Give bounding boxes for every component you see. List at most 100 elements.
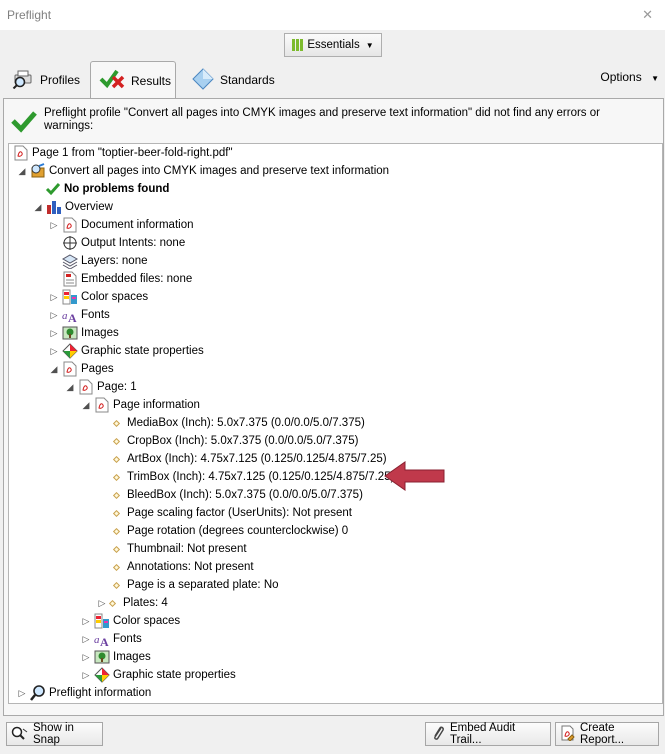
tree-item-fonts[interactable]: ▷ aA Fonts xyxy=(49,306,110,324)
bullet-diamond-icon xyxy=(112,473,121,481)
collapse-arrow-icon[interactable]: ◢ xyxy=(81,400,91,411)
tree-item-output-intents[interactable]: Output Intents: none xyxy=(62,234,185,252)
tree-item-bleedbox[interactable]: BleedBox (Inch): 5.0x7.375 (0.0/0.0/5.0/… xyxy=(110,486,363,504)
expand-arrow-icon[interactable]: ▷ xyxy=(49,220,59,231)
magnifier-icon xyxy=(11,726,29,743)
expand-arrow-icon[interactable]: ▷ xyxy=(49,310,59,321)
profile-icon xyxy=(30,163,46,179)
summary-text: Preflight profile "Convert all pages int… xyxy=(44,107,600,132)
tree-item-no-problems[interactable]: No problems found xyxy=(45,180,169,198)
tree-item-trimbox[interactable]: TrimBox (Inch): 4.75x7.125 (0.125/0.125/… xyxy=(110,468,394,486)
collapse-arrow-icon[interactable]: ◢ xyxy=(65,382,75,393)
options-menu[interactable]: Options ▼ xyxy=(600,70,659,84)
create-report-label: Create Report... xyxy=(580,722,625,746)
paperclip-icon xyxy=(430,725,446,744)
show-in-snap-button[interactable]: Show in Snap xyxy=(6,722,103,746)
color-spaces-icon xyxy=(62,289,78,305)
tree-info-label: Page rotation (degrees counterclockwise)… xyxy=(127,525,349,537)
tree-layers-label: Layers: none xyxy=(81,255,148,267)
tree-item-page-color-spaces[interactable]: ▷ Color spaces xyxy=(81,612,180,630)
create-report-button[interactable]: Create Report... xyxy=(555,722,659,746)
bar-chart-icon xyxy=(292,39,304,51)
tree-page-images-label: Images xyxy=(113,651,151,663)
bullet-diamond-icon xyxy=(112,491,121,499)
tree-page-1-label: Page: 1 xyxy=(97,381,137,393)
tree-graphic-state-label: Graphic state properties xyxy=(81,345,204,357)
expand-arrow-icon[interactable]: ▷ xyxy=(97,598,107,609)
tree-page-color-spaces-label: Color spaces xyxy=(113,615,181,627)
collapse-arrow-icon[interactable]: ◢ xyxy=(17,166,27,177)
tab-results-label: Results xyxy=(131,73,172,88)
tab-standards[interactable]: Standards xyxy=(184,62,284,98)
diamond-icon xyxy=(192,67,214,93)
check-cross-icon xyxy=(99,68,125,93)
expand-arrow-icon[interactable]: ▷ xyxy=(81,616,91,627)
tree-item-overview[interactable]: ◢ Overview xyxy=(33,198,113,216)
tree-item-plates[interactable]: ▷ Plates: 4 xyxy=(97,594,168,612)
tree-item-artbox[interactable]: ArtBox (Inch): 4.75x7.125 (0.125/0.125/4… xyxy=(110,450,387,468)
expand-arrow-icon[interactable]: ▷ xyxy=(81,634,91,645)
tab-standards-label: Standards xyxy=(220,73,275,87)
graphic-state-icon xyxy=(62,343,78,359)
essentials-dropdown[interactable]: Essentials ▼ xyxy=(284,33,382,57)
pdf-icon xyxy=(13,145,29,161)
bullet-diamond-icon xyxy=(112,581,121,589)
tree-info-label: Annotations: Not present xyxy=(127,561,254,573)
tab-bar: Profiles Results Standards Options ▼ xyxy=(0,60,665,100)
tree-info-label: Plates: 4 xyxy=(123,597,168,609)
expand-arrow-icon[interactable]: ▷ xyxy=(49,346,59,357)
tree-item-page-graphic-state[interactable]: ▷ Graphic state properties xyxy=(81,666,236,684)
tab-profiles-label: Profiles xyxy=(40,73,81,87)
tab-profiles[interactable]: Profiles xyxy=(4,62,88,98)
tree-item-embedded-files[interactable]: Embedded files: none xyxy=(62,270,192,288)
image-icon xyxy=(94,649,110,665)
tree-item-pages[interactable]: ◢ Pages xyxy=(49,360,114,378)
tree-item-preflight-information[interactable]: ▷ Preflight information xyxy=(17,684,151,702)
tree-output-intents-label: Output Intents: none xyxy=(81,237,186,249)
bullet-diamond-icon xyxy=(112,527,121,535)
tree-item-page-rotation[interactable]: Page rotation (degrees counterclockwise)… xyxy=(110,522,348,540)
pdf-icon xyxy=(94,397,110,413)
tree-no-problems-label: No problems found xyxy=(64,183,170,195)
layers-icon xyxy=(62,253,78,269)
tree-info-label: TrimBox (Inch): 4.75x7.125 (0.125/0.125/… xyxy=(127,471,395,483)
tree-item-page-fonts[interactable]: ▷ aA Fonts xyxy=(81,630,142,648)
tree-item-graphic-state[interactable]: ▷ Graphic state properties xyxy=(49,342,204,360)
tree-item-color-spaces[interactable]: ▷ Color spaces xyxy=(49,288,148,306)
tree-item-cropbox[interactable]: CropBox (Inch): 5.0x7.375 (0.0/0.0/5.0/7… xyxy=(110,432,358,450)
tree-page-fonts-label: Fonts xyxy=(113,633,142,645)
bullet-diamond-icon xyxy=(112,455,121,463)
tab-results[interactable]: Results xyxy=(90,61,176,99)
tree-item-layers[interactable]: Layers: none xyxy=(62,252,148,270)
print-magnifier-icon xyxy=(12,69,34,92)
tree-item-annotations[interactable]: Annotations: Not present xyxy=(110,558,254,576)
collapse-arrow-icon[interactable]: ◢ xyxy=(49,364,59,375)
options-label: Options xyxy=(600,70,642,84)
tree-item-page-images[interactable]: ▷ Images xyxy=(81,648,151,666)
results-tree[interactable]: Page 1 from "toptier-beer-fold-right.pdf… xyxy=(8,143,663,704)
expand-arrow-icon[interactable]: ▷ xyxy=(49,328,59,339)
tree-item-profile[interactable]: ◢ Convert all pages into CMYK images and… xyxy=(17,162,389,180)
tree-item-images[interactable]: ▷ Images xyxy=(49,324,119,342)
expand-arrow-icon[interactable]: ▷ xyxy=(49,292,59,303)
expand-arrow-icon[interactable]: ▷ xyxy=(81,670,91,681)
bullet-diamond-icon xyxy=(108,599,117,607)
tree-page-graphic-state-label: Graphic state properties xyxy=(113,669,236,681)
tree-item-page-scaling[interactable]: Page scaling factor (UserUnits): Not pre… xyxy=(110,504,352,522)
tree-item-root[interactable]: Page 1 from "toptier-beer-fold-right.pdf… xyxy=(13,144,233,162)
close-icon[interactable]: ✕ xyxy=(642,7,653,23)
expand-arrow-icon[interactable]: ▷ xyxy=(17,688,27,699)
pdf-icon xyxy=(62,361,78,377)
tree-item-mediabox[interactable]: MediaBox (Inch): 5.0x7.375 (0.0/0.0/5.0/… xyxy=(110,414,365,432)
pdf-icon xyxy=(78,379,94,395)
tree-item-separated-plate[interactable]: Page is a separated plate: No xyxy=(110,576,279,594)
tree-info-label: BleedBox (Inch): 5.0x7.375 (0.0/0.0/5.0/… xyxy=(127,489,363,501)
collapse-arrow-icon[interactable]: ◢ xyxy=(33,202,43,213)
tree-item-document-information[interactable]: ▷ Document information xyxy=(49,216,194,234)
tree-item-thumbnail[interactable]: Thumbnail: Not present xyxy=(110,540,247,558)
embed-audit-trail-button[interactable]: Embed Audit Trail... xyxy=(425,722,551,746)
expand-arrow-icon[interactable]: ▷ xyxy=(81,652,91,663)
tree-item-page-1[interactable]: ◢ Page: 1 xyxy=(65,378,137,396)
tree-item-page-information[interactable]: ◢ Page information xyxy=(81,396,200,414)
essentials-label: Essentials xyxy=(307,39,360,51)
